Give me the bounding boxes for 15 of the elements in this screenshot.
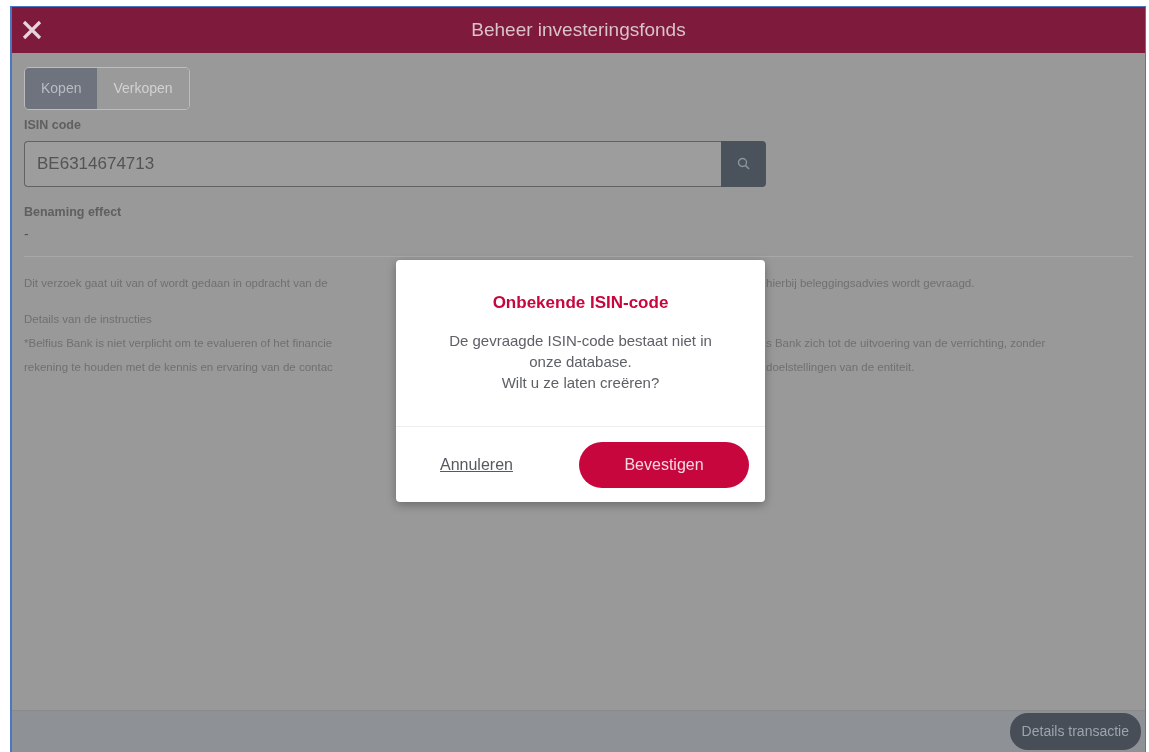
details-button[interactable]: Details transactie	[1009, 713, 1141, 750]
dialog-message: De gevraagde ISIN-code bestaat niet in onze database.	[448, 330, 713, 372]
search-icon	[737, 157, 750, 171]
isin-field[interactable]: BE6314674713	[24, 140, 721, 187]
cancel-link[interactable]: Annuleren	[440, 452, 513, 477]
field-value: -	[24, 225, 30, 242]
field-label: Benaming effect	[24, 203, 123, 221]
search-button[interactable]	[721, 140, 766, 187]
confirm-button[interactable]: Bevestigen	[579, 441, 749, 488]
dialog-message: Wilt u ze laten creëren?	[500, 372, 661, 393]
close-icon	[22, 20, 42, 40]
tab[interactable]: Kopen	[25, 68, 98, 109]
field-label: ISIN code	[24, 117, 82, 134]
window-title: Beheer investeringsfonds	[470, 17, 687, 42]
dialog-title: Onbekende ISIN-code	[491, 292, 670, 314]
